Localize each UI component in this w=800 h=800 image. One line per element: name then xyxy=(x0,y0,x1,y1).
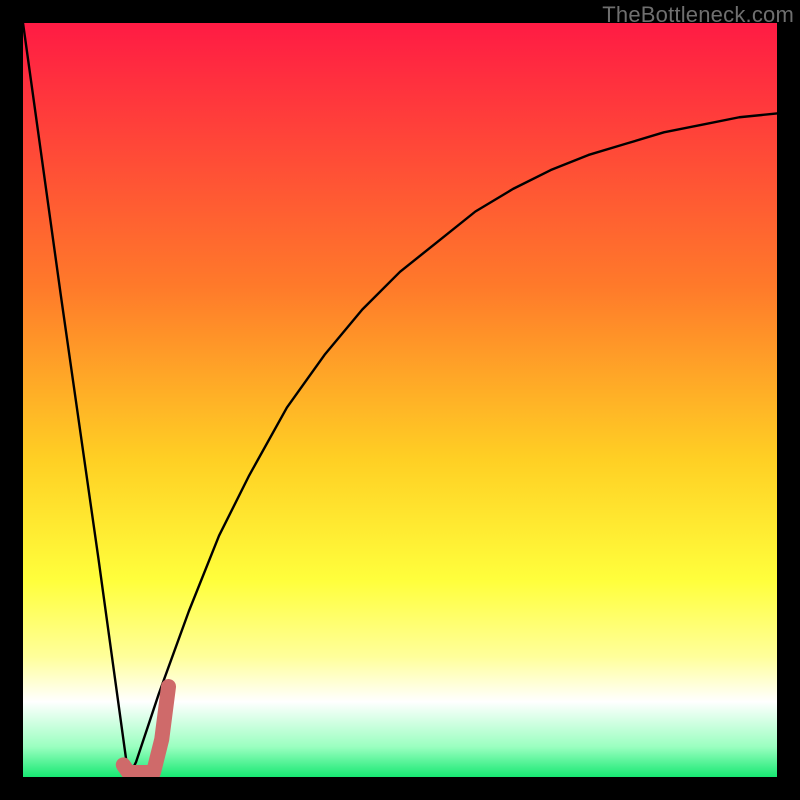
bottleneck-curve xyxy=(23,23,777,777)
chart-stage: TheBottleneck.com xyxy=(0,0,800,800)
plot-area xyxy=(23,23,777,777)
watermark-text: TheBottleneck.com xyxy=(602,2,794,28)
